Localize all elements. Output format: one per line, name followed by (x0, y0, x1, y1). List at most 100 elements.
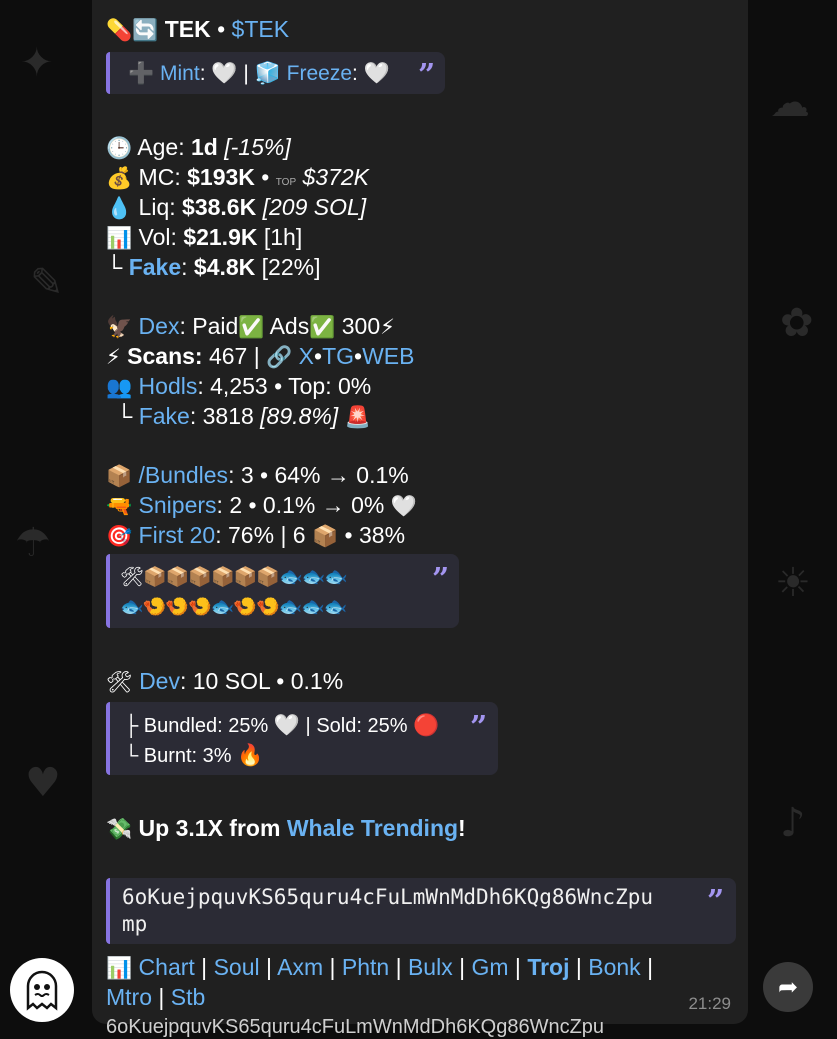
contract-address[interactable]: 6oKuejpquvKS65quru4cFuLmWnMdDh6KQg86WncZ… (122, 884, 653, 911)
x-link[interactable]: X (299, 343, 314, 369)
tree-branch-icon: └ (106, 254, 123, 280)
doodle-icon: ☁ (770, 80, 810, 126)
vol-line: 📊 Vol: $21.9K [1h] (106, 224, 303, 250)
hodls-link[interactable]: Hodls (139, 373, 198, 399)
package-icon: 📦 (106, 464, 133, 488)
check-icon: ✅ (309, 315, 336, 339)
tg-link[interactable]: TG (322, 343, 354, 369)
phtn-link[interactable]: Phtn (342, 954, 389, 980)
money-wings-icon: 💸 (106, 817, 133, 841)
chart-icon: 📊 (106, 956, 133, 980)
droplet-icon: 💧 (106, 196, 133, 220)
stb-link[interactable]: Stb (171, 984, 206, 1010)
fake-volume-line: └ Fake: $4.8K [22%] (106, 254, 321, 280)
white-heart-icon: 🤍 (390, 494, 417, 518)
pill-icon: 💊 (106, 18, 133, 42)
people-icon: 👥 (106, 375, 133, 399)
age-line: 🕒 Age: 1d [-15%] (106, 134, 291, 160)
quote-icon: ” (418, 58, 436, 93)
dex-link[interactable]: Dex (139, 313, 180, 339)
money-bag-icon: 💰 (106, 166, 133, 190)
web-link[interactable]: WEB (362, 343, 414, 369)
token-header: 💊🔄 TEK • $TEK (106, 16, 290, 42)
doodle-icon: ☀ (775, 560, 811, 606)
snipers-line: 🔫 Snipers: 2 • 0.1% → 0% 🤍 (106, 492, 417, 518)
dev-link[interactable]: Dev (139, 668, 180, 694)
holder-emojis-row: 🛠📦📦📦📦📦📦🐟🐟🐟 (120, 566, 348, 588)
scans-line: ⚡ Scans: 467 | 🔗 X•TG•WEB (106, 343, 415, 369)
mint-freeze-line: ➕ Mint: 🤍 | 🧊 Freeze: 🤍 (128, 61, 390, 85)
mint-label[interactable]: Mint (160, 62, 200, 85)
quote-icon: ” (432, 562, 450, 597)
bulx-link[interactable]: Bulx (408, 954, 453, 980)
doodle-icon: ♥ (25, 760, 61, 806)
quote-icon: ” (707, 884, 725, 919)
ice-icon: 🧊 (254, 61, 281, 85)
red-circle-icon: 🔴 (413, 713, 440, 737)
doodle-icon: ✦ (20, 40, 54, 86)
tools-icon: 🛠 (106, 670, 133, 694)
tree-branch-icon: └ (124, 745, 139, 767)
fire-icon: 🔥 (237, 743, 264, 767)
bonk-link[interactable]: Bonk (588, 954, 640, 980)
chart-link[interactable]: Chart (139, 954, 195, 980)
fake-volume-link[interactable]: Fake (129, 254, 181, 280)
doodle-icon: ♪ (780, 800, 806, 846)
top-icon: TOP (275, 177, 297, 188)
target-icon: 🎯 (106, 524, 133, 548)
promo-line: 💸 Up 3.1X from Whale Trending! (106, 815, 466, 841)
contract-address-end[interactable]: mp (122, 911, 147, 938)
token-ticker-link[interactable]: $TEK (232, 16, 290, 42)
axm-link[interactable]: Axm (277, 954, 323, 980)
eagle-icon: 🦅 (106, 315, 133, 339)
vol-period: [1h] (263, 224, 303, 250)
token-name: TEK (164, 16, 211, 42)
siren-icon: 🚨 (344, 405, 371, 429)
link-icon: 🔗 (266, 345, 293, 369)
dev-line: 🛠 Dev: 10 SOL • 0.1% (106, 668, 344, 694)
bundles-line: 📦 /Bundles: 3 • 64% → 0.1% (106, 462, 409, 488)
swap-icon: 🔄 (132, 18, 159, 42)
soul-link[interactable]: Soul (214, 954, 260, 980)
tree-branch-icon: └ (116, 403, 133, 429)
bot-avatar[interactable] (10, 958, 74, 1022)
lightning-icon: ⚡ (106, 345, 121, 369)
whale-trending-link[interactable]: Whale Trending (287, 815, 458, 841)
scans-value: 467 (208, 343, 248, 369)
doodle-icon: ✿ (780, 300, 814, 346)
links-line-2: Mtro | Stb (106, 984, 206, 1010)
doodle-icon: ✎ (30, 260, 64, 306)
gm-link[interactable]: Gm (471, 954, 508, 980)
holder-emojis-row: 🐟🍤🍤🍤🐟🍤🍤🐟🐟🐟 (120, 596, 348, 618)
first20-line: 🎯 First 20: 76% | 6 📦 • 38% (106, 522, 406, 548)
ghost-icon (26, 970, 58, 1011)
age-change: [-15%] (224, 134, 291, 160)
water-gun-icon: 🔫 (106, 494, 133, 518)
snipers-link[interactable]: Snipers (139, 492, 217, 518)
fake-holders-line: └ Fake: 3818 [89.8%] 🚨 (116, 403, 371, 429)
mc-top-value: $372K (302, 164, 370, 190)
check-icon: ✅ (238, 315, 265, 339)
white-heart-icon: 🤍 (273, 713, 300, 737)
quote-icon: ” (470, 710, 488, 745)
age-value: 1d (191, 134, 218, 160)
forward-arrow-icon: ➦ (777, 973, 799, 1001)
dex-line: 🦅 Dex: Paid✅ Ads✅ 300⚡ (106, 313, 395, 339)
clock-icon: 🕒 (106, 136, 133, 160)
white-heart-icon: 🤍 (211, 61, 238, 85)
next-message-peek: 6oKuejpquvKS65quru4cFuLmWnMdDh6KQg86WncZ… (106, 1016, 605, 1038)
fake-holders-link[interactable]: Fake (139, 403, 190, 429)
share-button[interactable]: ➦ (763, 962, 813, 1012)
liq-sol: [209 SOL] (262, 194, 367, 220)
message-time: 21:29 (688, 994, 731, 1013)
white-heart-icon: 🤍 (363, 61, 390, 85)
mtro-link[interactable]: Mtro (106, 984, 152, 1010)
vol-value: $21.9K (183, 224, 258, 250)
dev-burnt-line: └ Burnt: 3% 🔥 (124, 743, 264, 767)
freeze-label[interactable]: Freeze (287, 62, 352, 85)
bundles-link[interactable]: /Bundles (139, 462, 229, 488)
troj-link[interactable]: Troj (527, 954, 569, 980)
first20-link[interactable]: First 20 (139, 522, 216, 548)
plus-icon: ➕ (128, 61, 155, 85)
lightning-icon: ⚡ (380, 315, 395, 339)
